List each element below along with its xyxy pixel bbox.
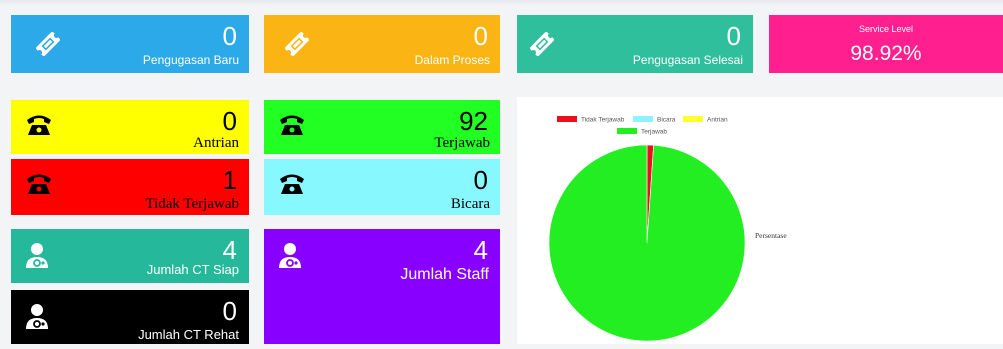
tile-jumlah-ct-rehat[interactable]: 0 Jumlah CT Rehat — [11, 290, 249, 344]
pengugasan-baru-label: Pengugasan Baru — [142, 53, 239, 67]
tile-pengugasan-selesai[interactable]: 0 Pengugasan Selesai — [517, 15, 753, 73]
tidak-terjawab-label: Tidak Terjawab — [145, 196, 239, 212]
bicara-label: Bicara — [450, 196, 490, 212]
antrian-count: 0 — [222, 106, 237, 136]
tile-service-level[interactable]: Service Level 98.92% — [769, 15, 1003, 73]
tile-antrian[interactable]: 0 Antrian — [11, 100, 249, 154]
service-level-value: 98.92% — [850, 42, 922, 65]
top-strip — [0, 0, 1003, 6]
legend-label: Terjawab — [641, 129, 667, 136]
chart-panel: Tidak Terjawab Bicara Antrian Terjawab Perse… — [517, 97, 1003, 344]
tile-bicara[interactable]: 0 Bicara — [264, 159, 500, 215]
tile-pengugasan-baru[interactable]: 0 Pengugasan Baru — [11, 15, 249, 73]
phone-icon — [25, 170, 53, 201]
tile-jumlah-ct-siap[interactable]: 4 Jumlah CT Siap — [11, 229, 249, 283]
ct-siap-count: 4 — [222, 235, 237, 265]
bicara-count: 0 — [473, 165, 488, 195]
agent-icon — [25, 242, 49, 273]
legend-swatch — [617, 128, 637, 134]
phone-icon — [25, 111, 53, 142]
legend-swatch — [557, 116, 577, 122]
ct-rehat-count: 0 — [222, 296, 237, 326]
pie-chart: Tidak Terjawab Bicara Antrian Terjawab Perse… — [548, 116, 787, 342]
pengugasan-baru-count: 0 — [222, 21, 237, 51]
antrian-label: Antrian — [193, 135, 239, 151]
ticket-icon — [33, 29, 63, 64]
ticket-icon — [282, 29, 312, 64]
dalam-proses-label: Dalam Proses — [414, 53, 490, 67]
legend-swatch — [633, 116, 653, 122]
pie-side-label: Persentase — [755, 231, 787, 240]
legend-swatch — [683, 116, 703, 122]
phone-icon — [278, 111, 306, 142]
staff-label: Jumlah Staff — [400, 266, 489, 283]
terjawab-label: Terjawab — [434, 135, 490, 151]
phone-icon — [278, 170, 306, 201]
tile-tidak-terjawab[interactable]: 1 Tidak Terjawab — [11, 159, 249, 215]
pengugasan-selesai-count: 0 — [726, 21, 741, 51]
tile-jumlah-staff[interactable]: 4 Jumlah Staff — [264, 229, 500, 344]
ticket-icon — [527, 29, 557, 64]
legend-label: Antrian — [707, 117, 728, 124]
pengugasan-selesai-label: Pengugasan Selesai — [632, 53, 743, 67]
service-level-title: Service Level — [858, 24, 914, 34]
pie-slice — [548, 144, 746, 342]
ct-siap-label: Jumlah CT Siap — [146, 262, 239, 277]
tile-dalam-proses[interactable]: 0 Dalam Proses — [264, 15, 500, 73]
agent-icon — [278, 242, 302, 273]
terjawab-count: 92 — [459, 106, 488, 136]
agent-icon — [25, 303, 49, 334]
legend-label: Tidak Terjawab — [581, 117, 625, 124]
tidak-terjawab-count: 1 — [222, 165, 237, 195]
legend-label: Bicara — [657, 117, 676, 124]
ct-rehat-label: Jumlah CT Rehat — [138, 327, 239, 342]
staff-count: 4 — [473, 235, 488, 265]
dalam-proses-count: 0 — [473, 21, 488, 51]
tile-terjawab[interactable]: 92 Terjawab — [264, 100, 500, 154]
